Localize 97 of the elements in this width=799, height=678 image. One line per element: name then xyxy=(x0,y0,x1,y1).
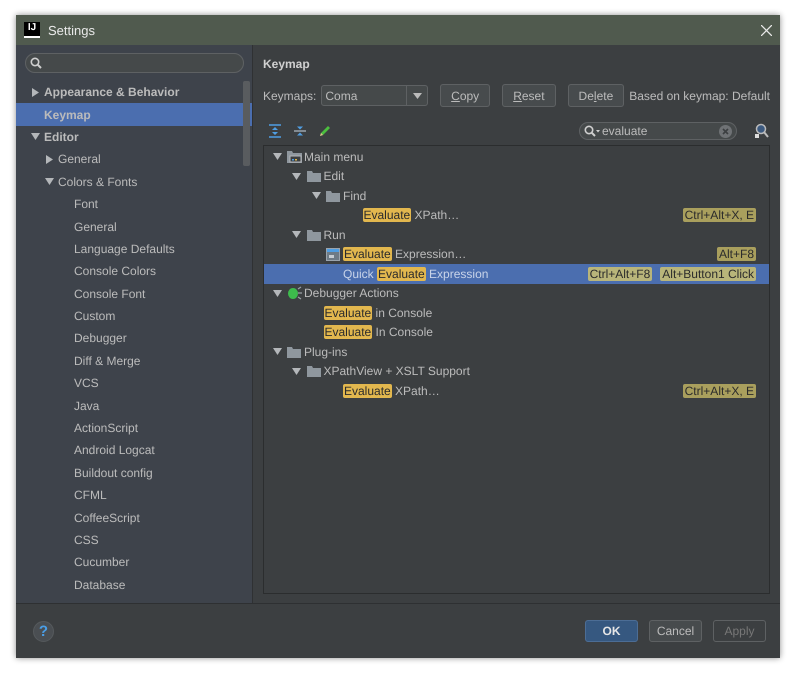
keymap-row[interactable]: Main menu xyxy=(264,147,769,166)
action-name: Evaluate Expression… xyxy=(343,247,466,262)
action-name: Main menu xyxy=(304,150,364,164)
sidebar-item[interactable]: General xyxy=(16,215,252,238)
shortcut-badge: Alt+F8 xyxy=(716,247,756,262)
sidebar-item[interactable]: Cucumber xyxy=(16,551,252,574)
caret-down-icon[interactable] xyxy=(312,191,320,200)
keymap-row[interactable]: Evaluate XPath… Ctrl+Alt+X, E xyxy=(264,206,769,225)
keymap-dropdown[interactable]: Coma xyxy=(321,85,428,106)
expand-all-icon[interactable] xyxy=(268,124,282,138)
sidebar-item[interactable]: Android Logcat xyxy=(16,439,252,462)
action-name: XPathView + XSLT Support xyxy=(324,364,470,378)
caret-down-icon xyxy=(412,92,422,98)
toolbar-button[interactable]: Delete xyxy=(568,84,624,107)
window-icon xyxy=(326,248,340,261)
keymap-row[interactable]: Debugger Actions xyxy=(264,284,769,303)
sidebar-item[interactable]: CoffeeScript xyxy=(16,506,252,529)
sidebar-item[interactable]: Custom xyxy=(16,304,252,328)
keymap-row[interactable]: XPathView + XSLT Support xyxy=(264,362,769,381)
action-name: Evaluate in Console xyxy=(324,306,432,320)
action-name: Evaluate In Console xyxy=(324,325,433,340)
action-name: Plug-ins xyxy=(304,344,348,359)
search-icon xyxy=(30,57,42,69)
keymap-row[interactable]: Edit xyxy=(264,166,769,186)
action-name: Edit xyxy=(324,169,344,184)
sidebar-item[interactable]: VCS xyxy=(16,372,252,394)
toolbar-button[interactable]: Reset xyxy=(502,84,556,107)
menu-folder-icon xyxy=(287,150,302,164)
based-on-label: Based on keymap: Default xyxy=(629,88,770,102)
close-icon[interactable] xyxy=(761,24,772,36)
shortcut-badge: Alt+Button1 Click xyxy=(660,266,756,281)
sidebar-item[interactable]: Console Colors xyxy=(16,260,252,283)
keymap-row[interactable]: Evaluate XPath… Ctrl+Alt+X, E xyxy=(264,381,769,400)
sidebar-item[interactable]: General xyxy=(16,148,252,171)
caret-down-icon[interactable] xyxy=(272,347,282,356)
search-icon xyxy=(584,125,600,137)
shortcut-badge: Ctrl+Alt+X, E xyxy=(682,384,756,398)
sidebar-item[interactable]: Font xyxy=(16,192,252,216)
caret-down-icon[interactable] xyxy=(292,366,301,376)
action-name: Debugger Actions xyxy=(304,286,399,300)
search-text[interactable]: evaluate xyxy=(602,124,717,138)
action-name: Find xyxy=(343,188,366,203)
sidebar-item[interactable]: Buildout config xyxy=(16,462,252,484)
help-button[interactable]: ? xyxy=(33,620,54,642)
dialog-button[interactable]: OK xyxy=(585,620,638,642)
keymaps-label: Keymaps: xyxy=(263,88,316,102)
bug-icon xyxy=(287,286,302,300)
caret-right-icon[interactable] xyxy=(30,88,40,97)
keymap-row[interactable]: Plug-ins xyxy=(264,342,769,362)
keymap-row[interactable]: Evaluate Expression… Alt+F8 xyxy=(264,244,769,264)
app-logo: IJ xyxy=(24,22,40,38)
action-name: Evaluate XPath… xyxy=(362,208,460,222)
folder-icon xyxy=(306,170,320,182)
filter-field[interactable]: evaluate xyxy=(579,122,737,140)
pencil-icon[interactable] xyxy=(318,124,332,138)
action-name: Evaluate XPath… xyxy=(343,384,440,398)
folder-icon xyxy=(326,190,340,202)
caret-down-icon[interactable] xyxy=(292,230,301,240)
collapse-all-icon[interactable] xyxy=(293,124,307,138)
sidebar-item[interactable]: Console Font xyxy=(16,282,252,305)
sidebar-item[interactable]: Database xyxy=(16,574,252,596)
caret-down-icon[interactable] xyxy=(44,177,54,186)
shortcut-badge: Ctrl+Alt+X, E xyxy=(682,208,756,222)
sidebar-item[interactable]: Debugger xyxy=(16,327,252,350)
sidebar-item[interactable]: Colors & Fonts xyxy=(16,170,252,193)
toolbar-button[interactable]: Copy xyxy=(440,84,490,107)
sidebar-item[interactable]: CSS xyxy=(16,528,252,552)
keymap-row[interactable]: Evaluate in Console xyxy=(264,303,769,322)
find-shortcut-icon[interactable] xyxy=(754,123,770,139)
sidebar-item[interactable]: Editor xyxy=(16,126,252,148)
section-title: Keymap xyxy=(263,57,311,71)
sidebar-item[interactable]: Language Defaults xyxy=(16,238,252,260)
caret-down-icon[interactable] xyxy=(292,172,301,181)
sidebar-item[interactable]: ActionScript xyxy=(16,416,252,440)
shortcut-badge: Ctrl+Alt+F8 xyxy=(588,266,652,281)
scrollbar[interactable] xyxy=(243,81,250,166)
action-name: Run xyxy=(324,228,346,242)
keymap-row[interactable]: Run xyxy=(264,225,769,244)
search-field[interactable] xyxy=(25,53,244,73)
folder-icon xyxy=(287,346,301,358)
dialog-button[interactable]: Cancel xyxy=(649,620,702,642)
sidebar-item[interactable]: Java xyxy=(16,394,252,417)
folder-icon xyxy=(306,365,320,378)
caret-down-icon[interactable] xyxy=(272,152,282,162)
keymap-row[interactable]: Evaluate In Console xyxy=(264,322,769,342)
caret-down-icon[interactable] xyxy=(272,288,282,298)
keymap-row[interactable]: Quick Evaluate Expression Ctrl+Alt+F8 Alt+Button1 Click xyxy=(264,264,769,284)
window-title: Settings xyxy=(48,22,96,38)
keymap-row[interactable]: Find xyxy=(264,186,769,206)
folder-icon xyxy=(306,228,320,241)
sidebar-item[interactable]: Diff & Merge xyxy=(16,350,252,372)
sidebar-item[interactable]: Keymap xyxy=(16,103,252,126)
sidebar-item[interactable]: Appearance & Behavior xyxy=(16,81,252,104)
sidebar-item[interactable]: CFML xyxy=(16,484,252,506)
action-name: Quick Evaluate Expression xyxy=(343,266,488,281)
caret-right-icon[interactable] xyxy=(44,154,54,164)
caret-down-icon[interactable] xyxy=(30,132,40,142)
